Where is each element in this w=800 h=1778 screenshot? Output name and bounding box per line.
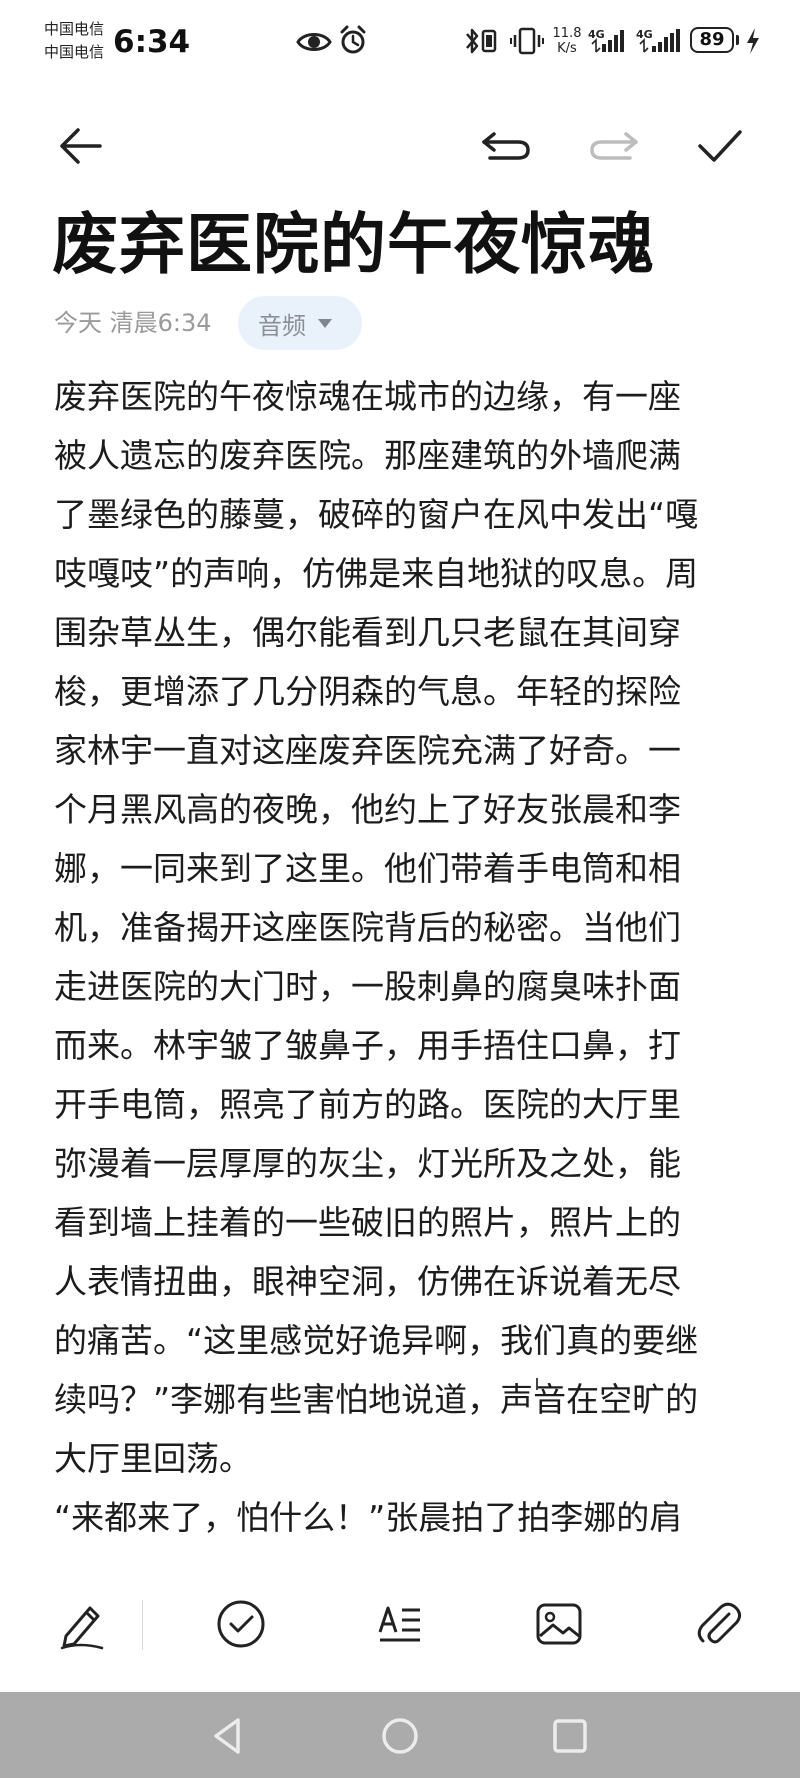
toolbar-divider	[142, 1600, 143, 1650]
body-text-line[interactable]: 而来。林宇皱了皱鼻子，用手捂住口鼻，打	[54, 1024, 681, 1068]
chevron-down-icon	[318, 318, 332, 328]
body-text-line[interactable]: 被人遗忘的废弃医院。那座建筑的外墙爬满	[54, 434, 681, 478]
nav-home-button[interactable]	[370, 1706, 430, 1766]
image-icon	[536, 1603, 582, 1645]
audio-filter-chip[interactable]: 音频	[238, 296, 362, 350]
body-text-line[interactable]: 人表情扭曲，眼神空洞，仿佛在诉说着无尽	[54, 1260, 681, 1304]
body-text-line[interactable]: 走进医院的大门时，一股刺鼻的腐臭味扑面	[54, 965, 681, 1009]
body-text-line[interactable]: 看到墙上挂着的一些破旧的照片，照片上的	[54, 1201, 681, 1245]
note-editor[interactable]: 废弃医院的午夜惊魂 今天 清晨6:34 音频 废弃医院的午夜惊魂在城市的边缘，有…	[0, 0, 800, 1560]
text-format-icon	[378, 1606, 420, 1642]
nav-home-icon	[382, 1718, 418, 1754]
body-text-line[interactable]: 废弃医院的午夜惊魂在城市的边缘，有一座	[54, 375, 681, 419]
editor-bottom-toolbar	[0, 1560, 800, 1692]
checklist-icon	[217, 1600, 265, 1648]
text-format-button[interactable]	[368, 1592, 432, 1656]
body-text-line[interactable]: 家林宇一直对这座废弃医院充满了好奇。一	[54, 729, 681, 773]
audio-chip-label: 音频	[258, 311, 306, 340]
handwriting-button[interactable]	[50, 1592, 114, 1656]
attachment-icon	[697, 1602, 742, 1644]
nav-recents-button[interactable]	[540, 1706, 600, 1766]
body-text-line[interactable]: 机，准备揭开这座医院背后的秘密。当他们	[54, 906, 681, 950]
text-cursor	[536, 1378, 538, 1390]
body-text-line[interactable]: 个月黑风高的夜晚，他约上了好友张晨和李	[54, 788, 681, 832]
body-text-line[interactable]: 开手电筒，照亮了前方的路。医院的大厅里	[54, 1083, 681, 1127]
attachment-button[interactable]	[687, 1592, 751, 1656]
body-text-line[interactable]: 大厅里回荡。	[54, 1437, 252, 1481]
body-text-line[interactable]: 围杂草丛生，偶尔能看到几只老鼠在其间穿	[54, 611, 681, 655]
handwriting-pen-icon	[60, 1606, 104, 1650]
checklist-button[interactable]	[209, 1592, 273, 1656]
body-text-line[interactable]: 了墨绿色的藤蔓，破碎的窗户在风中发出“嘎	[54, 493, 698, 537]
body-text-line[interactable]: 的痛苦。“这里感觉好诡异啊，我们真的要继	[54, 1319, 698, 1363]
insert-image-button[interactable]	[527, 1592, 591, 1656]
body-text-line[interactable]: “来都来了，怕什么！”张晨拍了拍李娜的肩	[54, 1496, 682, 1540]
nav-back-icon	[214, 1718, 240, 1754]
nav-recents-icon	[553, 1719, 587, 1753]
body-text-line[interactable]: 吱嘎吱”的声响，仿佛是来自地狱的叹息。周	[54, 552, 698, 596]
note-date: 今天 清晨6:34	[54, 309, 212, 337]
body-text-line[interactable]: 梭，更增添了几分阴森的气息。年轻的探险	[54, 670, 681, 714]
body-text-line[interactable]: 娜，一同来到了这里。他们带着手电筒和相	[54, 847, 681, 891]
body-text-line[interactable]: 续吗？”李娜有些害怕地说道，声音在空旷的	[54, 1378, 698, 1422]
body-text-line[interactable]: 弥漫着一层厚厚的灰尘，灯光所及之处，能	[54, 1142, 681, 1186]
nav-back-button[interactable]	[198, 1706, 258, 1766]
system-navigation-bar	[0, 1692, 800, 1778]
note-title[interactable]: 废弃医院的午夜惊魂	[52, 203, 655, 287]
